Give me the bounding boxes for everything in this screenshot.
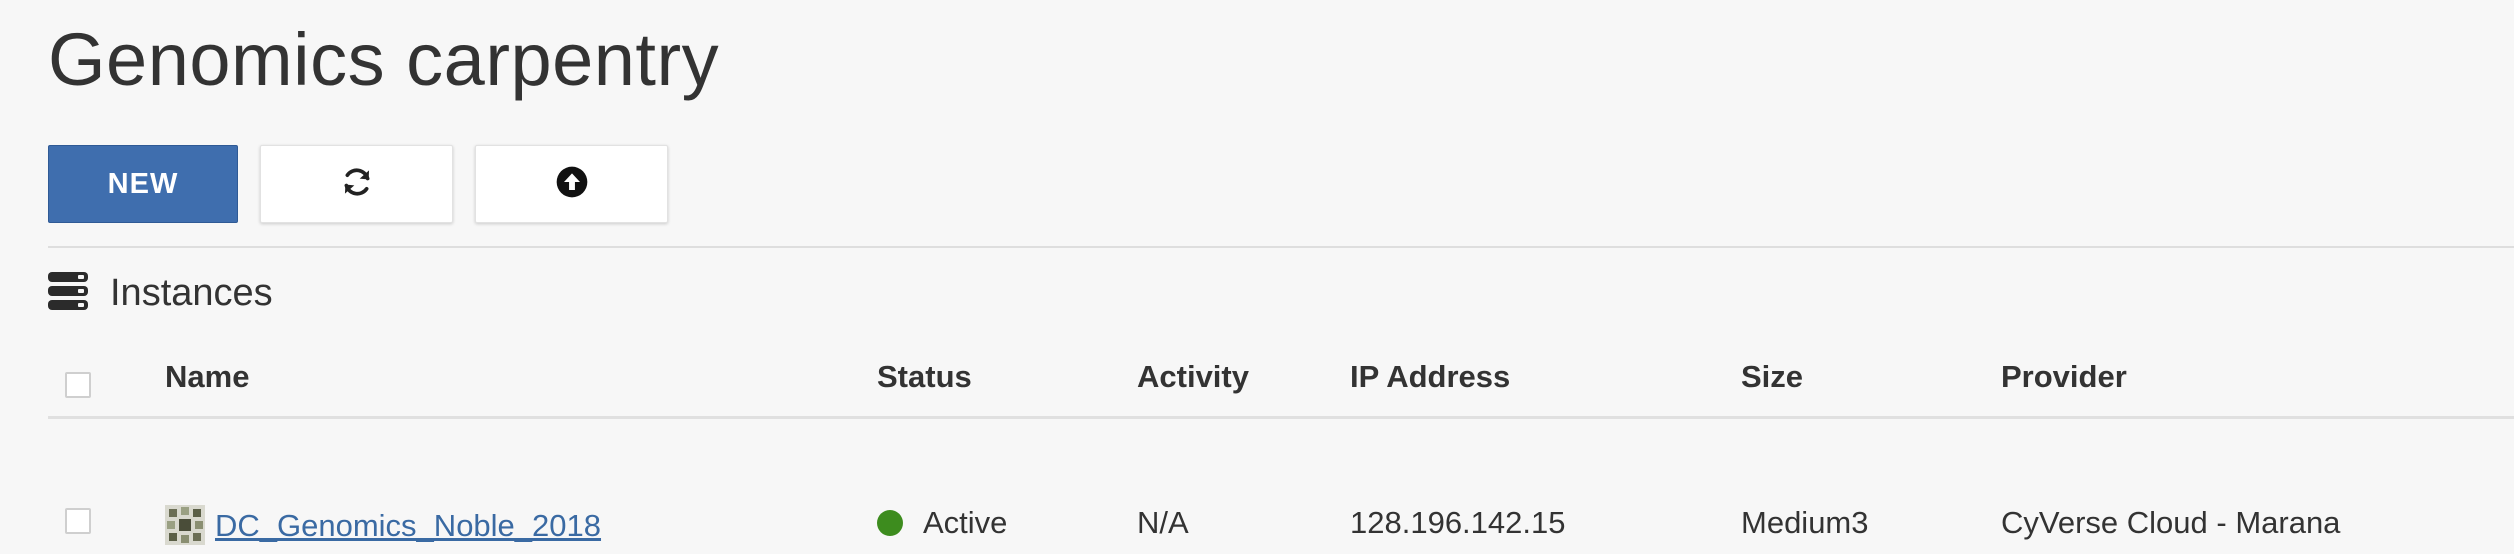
new-button-label: NEW: [107, 167, 179, 200]
column-header-name[interactable]: Name: [165, 359, 249, 395]
instances-header: Instances: [48, 268, 273, 318]
column-header-ip[interactable]: IP Address: [1350, 359, 1510, 395]
instance-activity: N/A: [1137, 505, 1189, 540]
server-stack-icon: [48, 271, 88, 316]
instance-status-cell: Active: [877, 505, 1007, 541]
divider: [48, 246, 2514, 248]
upload-icon: [556, 166, 588, 203]
table-header: Name Status Activity IP Address Size Pro…: [48, 345, 2514, 419]
column-header-status[interactable]: Status: [877, 359, 972, 395]
toolbar: NEW: [48, 145, 668, 225]
section-title: Instances: [110, 271, 273, 314]
instance-status: Active: [923, 505, 1008, 540]
row-checkbox[interactable]: [65, 508, 91, 534]
upload-button[interactable]: [475, 145, 668, 223]
instance-name-cell: DC_Genomics_Noble_2018: [165, 505, 601, 545]
new-button[interactable]: NEW: [48, 145, 238, 223]
select-all-checkbox[interactable]: [65, 372, 91, 398]
instance-ip: 128.196.142.15: [1350, 505, 1566, 540]
refresh-icon: [340, 165, 374, 204]
instance-name-link[interactable]: DC_Genomics_Noble_2018: [215, 508, 601, 543]
refresh-button[interactable]: [260, 145, 453, 223]
instance-provider: CyVerse Cloud - Marana: [2001, 505, 2341, 540]
status-indicator: [877, 510, 903, 536]
column-header-size[interactable]: Size: [1741, 359, 1803, 395]
column-header-provider[interactable]: Provider: [2001, 359, 2127, 395]
table-row: DC_Genomics_Noble_2018 Active N/A 128.19…: [48, 417, 2514, 545]
instance-image-icon: [165, 505, 205, 545]
column-header-activity[interactable]: Activity: [1137, 359, 1249, 395]
instance-size: Medium3: [1741, 505, 1869, 540]
page-title: Genomics carpentry: [48, 18, 720, 101]
project-page: Genomics carpentry NEW Instances Name St…: [0, 0, 2514, 554]
instances-table: Name Status Activity IP Address Size Pro…: [48, 345, 2514, 545]
